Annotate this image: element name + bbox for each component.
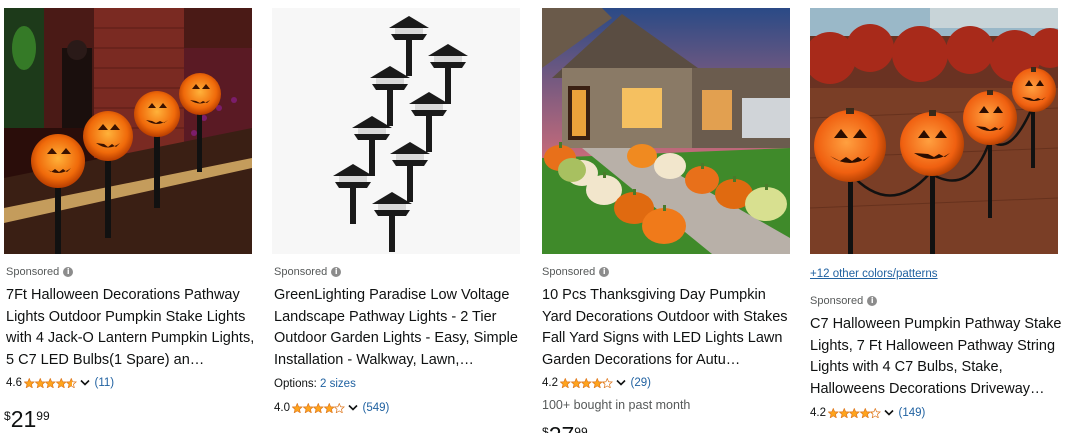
rating-row[interactable]: 4.0 (549) (274, 402, 389, 414)
sponsored-label[interactable]: Sponsored i (542, 266, 610, 278)
options-label: Options: (274, 378, 317, 390)
star-icon (66, 377, 77, 389)
chevron-down-icon[interactable] (347, 404, 358, 412)
star-icon (838, 407, 849, 419)
pumpkin-lights-image (4, 8, 252, 254)
pumpkin-yard-decor-image (542, 8, 790, 254)
sponsored-text: Sponsored (810, 295, 864, 307)
star-rating[interactable] (24, 377, 77, 389)
product-title[interactable]: 10 Pcs Thanksgiving Day Pumpkin Yard Dec… (542, 285, 794, 371)
product-image[interactable] (810, 8, 1058, 254)
rating-value: 4.2 (810, 407, 826, 419)
review-count-link[interactable]: (11) (95, 377, 115, 389)
star-icon (45, 377, 56, 389)
price-whole: 21 (10, 406, 37, 432)
sponsored-label[interactable]: Sponsored i (810, 295, 878, 307)
product-card-3[interactable]: Sponsored i 10 Pcs Thanksgiving Day Pump… (536, 0, 798, 433)
rating-row[interactable]: 4.2 (29) (542, 377, 651, 389)
price-fraction: 99 (574, 425, 588, 433)
info-icon[interactable]: i (331, 267, 342, 277)
price[interactable]: $ 21 99 (4, 406, 50, 432)
star-rating[interactable] (828, 407, 881, 419)
star-icon (591, 377, 602, 389)
info-icon[interactable]: i (63, 267, 74, 277)
product-card-4[interactable]: +12 other colors/patterns Sponsored i C7… (804, 0, 1080, 433)
options-row: Options: 2 sizes (274, 378, 356, 390)
chevron-down-icon[interactable] (79, 379, 90, 387)
options-link[interactable]: 2 sizes (320, 378, 356, 390)
bought-count: 100+ bought in past month (542, 398, 691, 412)
star-icon (849, 407, 860, 419)
star-icon (334, 402, 345, 414)
star-icon (24, 377, 35, 389)
star-icon (602, 377, 613, 389)
rating-row[interactable]: 4.6 (11) (6, 377, 114, 389)
review-count-link[interactable]: (29) (631, 377, 651, 389)
chevron-down-icon[interactable] (883, 409, 894, 417)
price-symbol: $ (4, 409, 11, 423)
other-colors-link[interactable]: +12 other colors/patterns (810, 268, 938, 280)
star-icon (859, 407, 870, 419)
review-count-link[interactable]: (549) (363, 402, 390, 414)
star-icon (302, 402, 313, 414)
star-rating[interactable] (292, 402, 345, 414)
star-icon (292, 402, 303, 414)
star-icon (323, 402, 334, 414)
product-card-1[interactable]: Sponsored i 7Ft Halloween Decorations Pa… (0, 0, 262, 433)
price-symbol: $ (542, 425, 549, 433)
sponsored-text: Sponsored (542, 266, 596, 278)
price[interactable]: $ 27 99 (542, 422, 588, 433)
review-count-link[interactable]: (149) (899, 407, 926, 419)
pumpkin-string-lights-image (810, 8, 1058, 254)
rating-value: 4.2 (542, 377, 558, 389)
product-image[interactable] (272, 8, 520, 254)
pathway-lights-image (272, 8, 520, 254)
chevron-down-icon[interactable] (615, 379, 626, 387)
star-icon (34, 377, 45, 389)
rating-value: 4.0 (274, 402, 290, 414)
sponsored-label[interactable]: Sponsored i (6, 266, 74, 278)
star-icon (870, 407, 881, 419)
price-whole: 27 (549, 422, 575, 433)
star-icon (581, 377, 592, 389)
sponsored-text: Sponsored (274, 266, 328, 278)
star-rating[interactable] (560, 377, 613, 389)
product-image[interactable] (4, 8, 252, 254)
product-title[interactable]: 7Ft Halloween Decorations Pathway Lights… (6, 285, 258, 371)
sponsored-label[interactable]: Sponsored i (274, 266, 342, 278)
star-icon (570, 377, 581, 389)
star-icon (828, 407, 839, 419)
product-title[interactable]: C7 Halloween Pumpkin Pathway Stake Light… (810, 314, 1072, 400)
sponsored-text: Sponsored (6, 266, 60, 278)
rating-row[interactable]: 4.2 (149) (810, 407, 925, 419)
info-icon[interactable]: i (867, 296, 878, 306)
star-icon (313, 402, 324, 414)
rating-value: 4.6 (6, 377, 22, 389)
price-fraction: 99 (36, 409, 50, 423)
product-image[interactable] (542, 8, 790, 254)
star-icon (55, 377, 66, 389)
product-title[interactable]: GreenLighting Paradise Low Voltage Lands… (274, 285, 526, 371)
star-icon (560, 377, 571, 389)
product-card-2[interactable]: Sponsored i GreenLighting Paradise Low V… (268, 0, 530, 433)
info-icon[interactable]: i (599, 267, 610, 277)
